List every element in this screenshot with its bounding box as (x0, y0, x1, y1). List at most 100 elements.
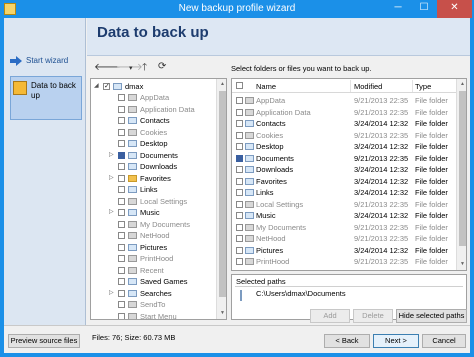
scroll-down-icon[interactable]: ▼ (217, 308, 226, 318)
expand-icon[interactable]: ▷ (109, 288, 114, 299)
tree-checkbox[interactable] (118, 105, 125, 113)
tree-checkbox[interactable] (118, 174, 125, 182)
tree-row[interactable]: Desktop (91, 138, 211, 149)
file-checkbox[interactable] (236, 108, 243, 116)
file-checkbox[interactable] (236, 97, 243, 104)
tree-row[interactable]: AppData (91, 92, 211, 103)
scroll-up-icon[interactable]: ▲ (217, 79, 226, 89)
file-row[interactable]: Cookies 9/21/2013 22:35 File folder (232, 130, 457, 141)
back-button[interactable]: < Back (324, 334, 370, 348)
file-list-scrollbar[interactable]: ▲ ▼ (456, 79, 466, 270)
file-checkbox[interactable] (236, 154, 243, 162)
tree-checkbox[interactable] (118, 266, 125, 274)
file-row[interactable]: Links 3/24/2014 12:32 File folder (232, 187, 457, 198)
file-checkbox[interactable] (236, 166, 243, 173)
nav-item-data-to-back-up[interactable]: Data to back up (10, 76, 82, 120)
tree-row[interactable]: Pictures (91, 242, 211, 253)
tree-checkbox[interactable] (118, 117, 125, 124)
file-row[interactable]: AppData 9/21/2013 22:35 File folder (232, 95, 457, 106)
next-button[interactable]: Next > (373, 334, 419, 348)
tree-checkbox[interactable] (118, 197, 125, 205)
tree-row[interactable]: PrintHood (91, 253, 211, 264)
preview-source-files-button[interactable]: Preview source files (8, 334, 80, 348)
file-checkbox[interactable] (236, 223, 243, 231)
tree-checkbox[interactable] (118, 312, 125, 319)
tree-row[interactable]: Saved Games (91, 276, 211, 287)
close-button[interactable]: ✕ (437, 0, 472, 18)
tree-checkbox[interactable] (118, 232, 125, 239)
file-checkbox[interactable] (236, 177, 243, 185)
file-checkbox[interactable] (236, 235, 243, 242)
file-checkbox[interactable] (236, 120, 243, 127)
file-checkbox[interactable] (236, 189, 243, 196)
column-name[interactable]: Name (256, 82, 276, 91)
delete-button[interactable]: Delete (353, 309, 393, 323)
expand-icon[interactable]: ▷ (109, 150, 114, 161)
expand-icon[interactable]: ▷ (109, 173, 114, 184)
tree-row[interactable]: Cookies (91, 127, 211, 138)
file-row[interactable]: Contacts 3/24/2014 12:32 File folder (232, 118, 457, 129)
tree-scrollbar[interactable]: ▲ ▼ (216, 79, 226, 319)
tree-row-root[interactable]: ◢ dmax (91, 81, 211, 92)
up-folder-button[interactable]: 🡑 (142, 62, 147, 76)
scroll-thumb[interactable] (459, 91, 466, 246)
column-modified[interactable]: Modified (354, 82, 382, 91)
file-row[interactable]: Favorites 3/24/2014 12:32 File folder (232, 176, 457, 187)
tree-row[interactable]: Contacts (91, 115, 211, 126)
tree-checkbox[interactable] (103, 81, 110, 92)
folder-tree[interactable]: ◢ dmax AppData Application Data Contacts Co… (90, 78, 227, 320)
file-row[interactable]: Documents 9/21/2013 22:35 File folder (232, 153, 457, 164)
scroll-down-icon[interactable]: ▼ (457, 259, 466, 269)
file-row[interactable]: NetHood 9/21/2013 22:35 File folder (232, 233, 457, 244)
refresh-button[interactable]: ⟳ (158, 61, 166, 75)
tree-row[interactable]: Local Settings (91, 196, 211, 207)
file-list[interactable]: Name Modified Type AppData 9/21/2013 22:3… (231, 78, 467, 271)
history-dropdown-button[interactable]: ▾ (129, 63, 133, 77)
tree-checkbox[interactable] (118, 289, 125, 297)
add-button[interactable]: Add (310, 309, 350, 323)
select-all-checkbox[interactable] (236, 82, 243, 89)
file-checkbox[interactable] (236, 200, 243, 208)
expand-icon[interactable]: ▷ (109, 207, 114, 218)
tree-checkbox[interactable] (118, 243, 125, 251)
file-checkbox[interactable] (236, 143, 243, 150)
selected-path-item[interactable]: C:\Users\dmax\Documents (240, 289, 346, 301)
tree-row[interactable]: ▷ Music (91, 207, 211, 218)
tree-checkbox[interactable] (118, 140, 125, 147)
tree-row[interactable]: ▷ Favorites (91, 173, 211, 184)
tree-checkbox[interactable] (118, 94, 125, 101)
tree-checkbox[interactable] (118, 163, 125, 170)
file-checkbox[interactable] (236, 131, 243, 139)
hide-selected-paths-button[interactable]: Hide selected paths (396, 309, 467, 323)
cancel-button[interactable]: Cancel (422, 334, 466, 348)
tree-checkbox[interactable] (118, 220, 125, 228)
tree-row[interactable]: SendTo (91, 299, 211, 310)
tree-row[interactable]: Downloads (91, 161, 211, 172)
column-type[interactable]: Type (415, 82, 431, 91)
tree-checkbox[interactable] (118, 301, 125, 308)
tree-row[interactable]: Recent (91, 265, 211, 276)
file-checkbox[interactable] (236, 258, 243, 265)
file-row[interactable]: Music 3/24/2014 12:32 File folder (232, 210, 457, 221)
maximize-button[interactable]: ☐ (411, 0, 437, 18)
tree-checkbox[interactable] (118, 186, 125, 193)
tree-row[interactable]: Application Data (91, 104, 211, 115)
nav-item-start-wizard[interactable]: Start wizard (10, 56, 82, 70)
tree-checkbox[interactable] (118, 151, 125, 159)
file-row[interactable]: PrintHood 9/21/2013 22:35 File folder (232, 256, 457, 267)
file-row[interactable]: Application Data 9/21/2013 22:35 File fold… (232, 107, 457, 118)
collapse-icon[interactable]: ◢ (94, 81, 99, 92)
tree-checkbox[interactable] (118, 209, 125, 216)
tree-checkbox[interactable] (118, 255, 125, 262)
tree-row[interactable]: My Documents (91, 219, 211, 230)
tree-row[interactable]: ▷ Documents (91, 150, 211, 161)
tree-checkbox[interactable] (118, 278, 125, 285)
file-row[interactable]: Local Settings 9/21/2013 22:35 File folder (232, 199, 457, 210)
file-checkbox[interactable] (236, 246, 243, 254)
file-checkbox[interactable] (236, 212, 243, 219)
file-row[interactable]: Downloads 3/24/2014 12:32 File folder (232, 164, 457, 175)
scroll-up-icon[interactable]: ▲ (457, 79, 466, 89)
tree-row[interactable]: ▷ Searches (91, 288, 211, 299)
tree-checkbox[interactable] (118, 128, 125, 136)
file-row[interactable]: Desktop 3/24/2014 12:32 File folder (232, 141, 457, 152)
